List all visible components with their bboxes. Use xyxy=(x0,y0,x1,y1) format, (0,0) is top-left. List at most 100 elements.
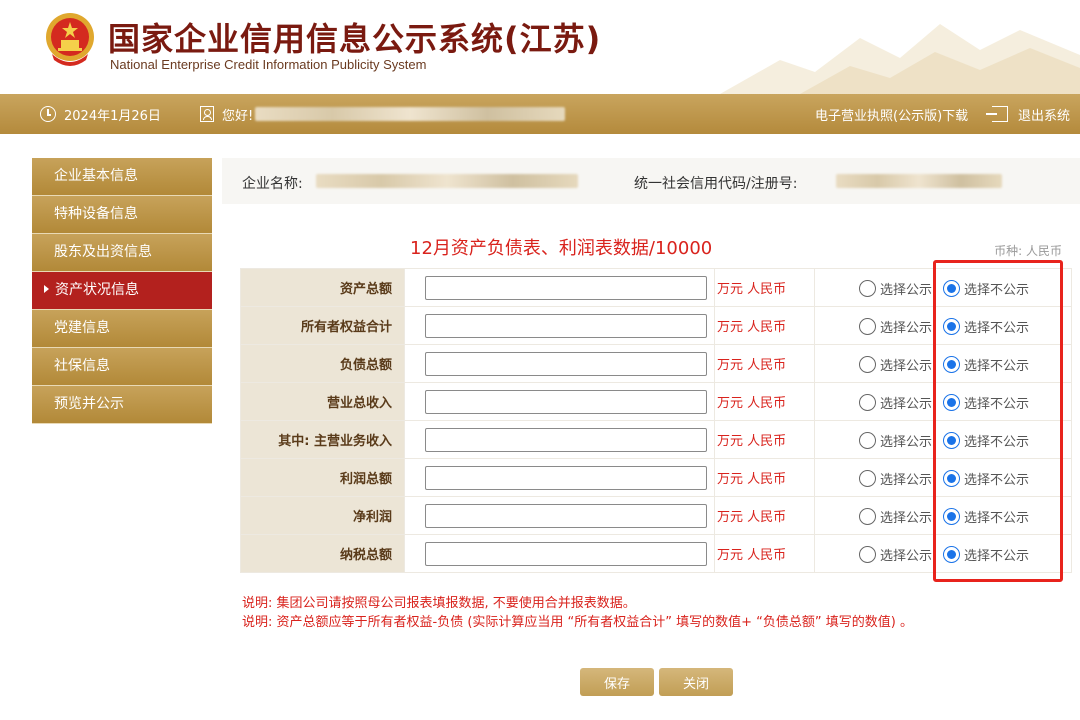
form-row: 其中: 主营业务收入 万元 人民币 选择公示 选择不公示 xyxy=(240,420,1072,459)
publicity-options: 选择公示 选择不公示 xyxy=(814,306,1072,345)
radio-private[interactable]: 选择不公示 xyxy=(943,355,1029,374)
radio-label: 选择公示 xyxy=(880,435,933,450)
radio-circle xyxy=(859,546,876,563)
radio-private[interactable]: 选择不公示 xyxy=(943,545,1029,564)
radio-label: 选择不公示 xyxy=(964,435,1030,450)
note-line: 说明: 资产总额应等于所有者权益-负债 (实际计算应当用 “所有者权益合计” 填… xyxy=(242,615,913,630)
main-content: 企业名称: 统一社会信用代码/注册号: 12月资产负债表、利润表数据/10000… xyxy=(222,158,1080,720)
sidebar-item-special-equipment[interactable]: 特种设备信息 xyxy=(32,196,212,234)
radio-circle xyxy=(943,280,960,297)
top-bar: 2024年1月26日 您好! 电子营业执照(公示版)下载 退出系统 xyxy=(0,94,1080,134)
amount-input[interactable] xyxy=(425,541,707,566)
radio-label: 选择不公示 xyxy=(964,359,1030,374)
radio-private[interactable]: 选择不公示 xyxy=(943,279,1029,298)
form-title: 12月资产负债表、利润表数据/10000 xyxy=(410,238,713,259)
page: 国家企业信用信息公示系统(江苏) National Enterprise Cre… xyxy=(0,0,1080,720)
license-download-link[interactable]: 电子营业执照(公示版)下载 xyxy=(815,94,968,134)
radio-label: 选择公示 xyxy=(880,321,933,336)
user-greeting: 您好! xyxy=(200,94,566,134)
radio-public[interactable]: 选择公示 xyxy=(859,317,932,336)
radio-public[interactable]: 选择公示 xyxy=(859,279,932,298)
radio-label: 选择不公示 xyxy=(964,397,1030,412)
amount-input[interactable] xyxy=(425,465,707,490)
field-label: 净利润 xyxy=(240,496,405,535)
save-button[interactable]: 保存 xyxy=(580,668,654,696)
amount-input[interactable] xyxy=(425,351,707,376)
site-title: 国家企业信用信息公示系统(江苏) xyxy=(108,20,602,58)
amount-input[interactable] xyxy=(425,275,707,300)
sidebar-nav: 企业基本信息 特种设备信息 股东及出资信息 资产状况信息 党建信息 社保信息 预… xyxy=(32,158,212,424)
radio-circle xyxy=(859,356,876,373)
radio-circle xyxy=(943,356,960,373)
unit-label: 万元 人民币 xyxy=(714,496,815,535)
sidebar-item-label: 社保信息 xyxy=(54,358,110,374)
field-input-cell xyxy=(404,420,715,459)
field-input-cell xyxy=(404,268,715,307)
form-row: 负债总额 万元 人民币 选择公示 选择不公示 xyxy=(240,344,1072,383)
radio-label: 选择不公示 xyxy=(964,321,1030,336)
redacted-credit-code xyxy=(836,174,1002,188)
radio-public[interactable]: 选择公示 xyxy=(859,355,932,374)
unit-label: 万元 人民币 xyxy=(714,458,815,497)
field-label: 所有者权益合计 xyxy=(240,306,405,345)
radio-private[interactable]: 选择不公示 xyxy=(943,507,1029,526)
current-date: 2024年1月26日 xyxy=(64,108,161,124)
form-row: 净利润 万元 人民币 选择公示 选择不公示 xyxy=(240,496,1072,535)
national-emblem-logo xyxy=(46,13,94,66)
radio-label: 选择不公示 xyxy=(964,473,1030,488)
radio-label: 选择公示 xyxy=(880,283,933,298)
logout-button[interactable]: 退出系统 xyxy=(986,94,1070,134)
mountain-landscape-decoration xyxy=(720,24,1080,94)
radio-private[interactable]: 选择不公示 xyxy=(943,393,1029,412)
amount-input[interactable] xyxy=(425,427,707,452)
radio-private[interactable]: 选择不公示 xyxy=(943,431,1029,450)
publicity-options: 选择公示 选择不公示 xyxy=(814,496,1072,535)
sidebar-item-basic-info[interactable]: 企业基本信息 xyxy=(32,158,212,196)
radio-public[interactable]: 选择公示 xyxy=(859,393,932,412)
radio-public[interactable]: 选择公示 xyxy=(859,469,932,488)
date-display: 2024年1月26日 xyxy=(40,94,161,134)
sidebar-item-label: 企业基本信息 xyxy=(54,168,138,184)
field-label: 负债总额 xyxy=(240,344,405,383)
publicity-options: 选择公示 选择不公示 xyxy=(814,458,1072,497)
license-download-text: 电子营业执照(公示版)下载 xyxy=(815,108,969,124)
sidebar-item-label: 资产状况信息 xyxy=(55,282,139,298)
sidebar-item-label: 预览并公示 xyxy=(54,396,124,412)
radio-circle xyxy=(859,318,876,335)
radio-private[interactable]: 选择不公示 xyxy=(943,317,1029,336)
sidebar-item-assets[interactable]: 资产状况信息 xyxy=(32,272,212,310)
sidebar-item-preview-publish[interactable]: 预览并公示 xyxy=(32,386,212,424)
radio-circle xyxy=(859,432,876,449)
radio-label: 选择不公示 xyxy=(964,549,1030,564)
company-info-bar: 企业名称: 统一社会信用代码/注册号: xyxy=(222,158,1080,204)
radio-label: 选择公示 xyxy=(880,359,933,374)
field-input-cell xyxy=(404,382,715,421)
site-header: 国家企业信用信息公示系统(江苏) National Enterprise Cre… xyxy=(0,0,1080,94)
sidebar-item-party-building[interactable]: 党建信息 xyxy=(32,310,212,348)
sidebar-item-shareholders[interactable]: 股东及出资信息 xyxy=(32,234,212,272)
note-line: 说明: 集团公司请按照母公司报表填报数据, 不要使用合并报表数据。 xyxy=(242,596,636,611)
publicity-options: 选择公示 选择不公示 xyxy=(814,344,1072,383)
company-name-label: 企业名称: xyxy=(242,176,303,192)
publicity-options: 选择公示 选择不公示 xyxy=(814,268,1072,307)
unit-label: 万元 人民币 xyxy=(714,344,815,383)
amount-input[interactable] xyxy=(425,389,707,414)
radio-label: 选择公示 xyxy=(880,397,933,412)
field-label: 利润总额 xyxy=(240,458,405,497)
radio-public[interactable]: 选择公示 xyxy=(859,507,932,526)
publicity-options: 选择公示 选择不公示 xyxy=(814,420,1072,459)
radio-circle xyxy=(943,394,960,411)
radio-public[interactable]: 选择公示 xyxy=(859,431,932,450)
form-row: 利润总额 万元 人民币 选择公示 选择不公示 xyxy=(240,458,1072,497)
radio-public[interactable]: 选择公示 xyxy=(859,545,932,564)
radio-circle xyxy=(859,280,876,297)
financial-data-table: 资产总额 万元 人民币 选择公示 选择不公示 所有者权益合计 万元 人民币 选择公示 选择不公… xyxy=(240,268,1072,573)
field-label: 其中: 主营业务收入 xyxy=(240,420,405,459)
close-button[interactable]: 关闭 xyxy=(659,668,733,696)
amount-input[interactable] xyxy=(425,503,707,528)
radio-private[interactable]: 选择不公示 xyxy=(943,469,1029,488)
unit-label: 万元 人民币 xyxy=(714,420,815,459)
sidebar-item-social-security[interactable]: 社保信息 xyxy=(32,348,212,386)
amount-input[interactable] xyxy=(425,313,707,338)
instructions: 说明: 集团公司请按照母公司报表填报数据, 不要使用合并报表数据。 说明: 资产… xyxy=(242,594,913,632)
